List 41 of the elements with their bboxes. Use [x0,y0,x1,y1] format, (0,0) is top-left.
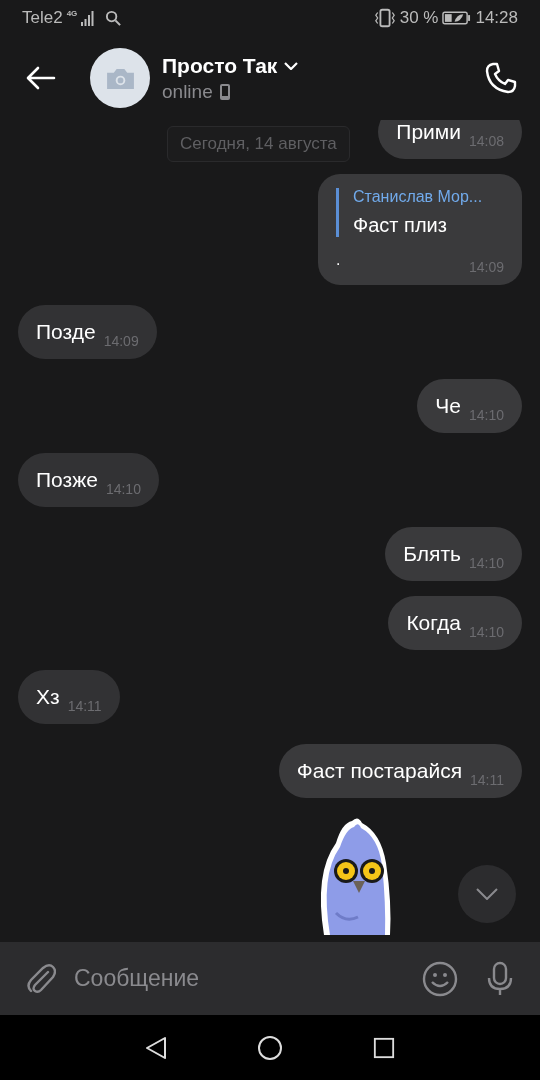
battery-icon [442,11,472,25]
avatar[interactable] [90,48,150,108]
vibrate-icon [373,8,396,28]
message-text: . [336,251,341,270]
message-time: 14:10 [105,481,141,499]
message-text: Позде [36,319,96,345]
clock: 14:28 [475,8,518,28]
date-separator: Сегодня, 14 августа [167,126,350,162]
mobile-phone-icon [219,83,230,100]
message-input-field[interactable]: Сообщение [70,957,408,1000]
back-arrow-icon[interactable] [26,66,56,90]
message-text: Позже [36,467,98,493]
message-text: Прими [396,120,461,145]
search-icon [105,9,123,27]
message-text: Че [435,393,461,419]
network-type: 4G [66,9,78,18]
chat-title[interactable]: Просто Так [162,53,278,78]
recents-icon[interactable] [373,1036,395,1059]
carrier-name: Tele2 [22,8,63,28]
paperclip-icon[interactable] [26,961,56,996]
phone-call-icon[interactable] [484,61,518,95]
chevron-down-icon[interactable] [284,61,299,70]
camera-icon [104,66,136,90]
quoted-message[interactable]: Станислав Мор... Фаст плиз [336,188,504,237]
message-text: Когда [406,610,461,636]
microphone-icon[interactable] [486,960,514,997]
smiley-icon[interactable] [422,960,458,997]
message-time: 14:11 [67,698,102,716]
message-composer[interactable]: Сообщение [0,942,540,1015]
back-icon[interactable] [145,1035,167,1060]
home-icon[interactable] [257,1034,283,1061]
quote-author: Станислав Мор... [353,188,484,206]
message-text: Блять [403,541,461,567]
message-text: Хз [36,684,60,710]
chevron-down-icon [476,888,498,900]
signal-icon [81,10,96,26]
message-time: 14:09 [103,333,139,351]
quote-text: Фаст плиз [353,214,448,237]
battery-percent: 30 % [399,8,439,28]
message-text: Фаст постарайся [296,758,462,784]
online-status: online [162,80,213,103]
